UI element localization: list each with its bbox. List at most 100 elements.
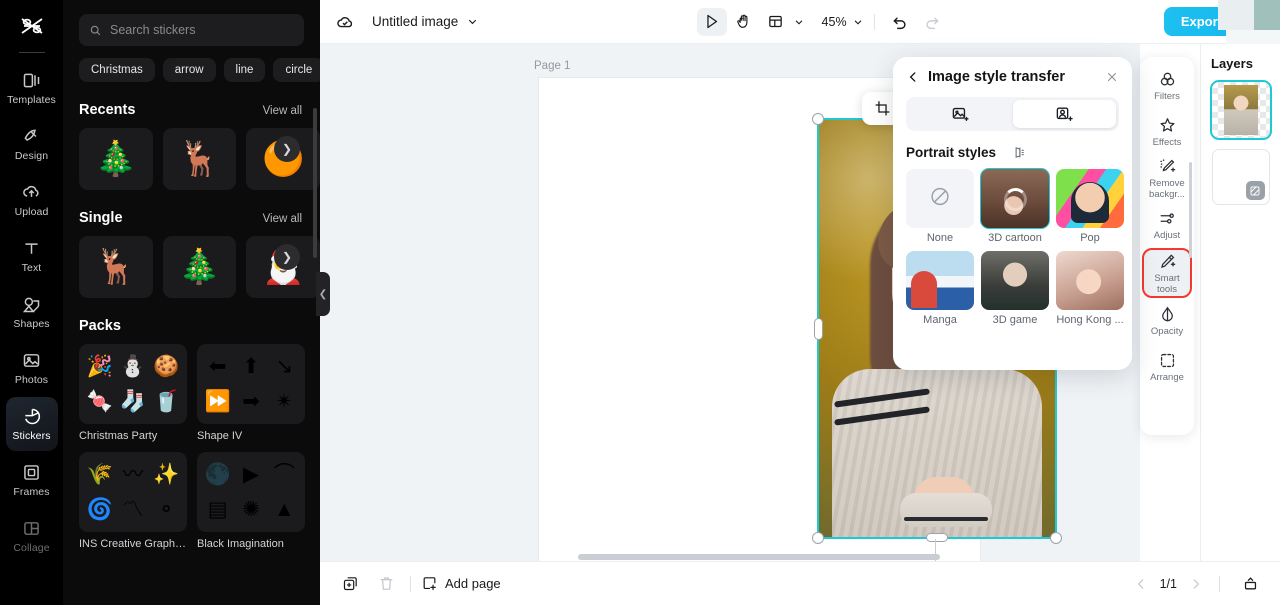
sticker-row-recents: 🎄 🦌 🟠 ❯ (63, 118, 320, 190)
packs-grid: 🎉 ⛄ 🍪 🍬 🧦 🥤 Christmas Party ⬅ ⬆ ↘ ⏩ ➡ ✴ (63, 334, 320, 550)
style-option-3d-game[interactable]: 3D game (981, 251, 1049, 326)
view-all-recents[interactable]: View all (263, 105, 302, 117)
zoom-level[interactable]: 45% (819, 15, 850, 29)
sticker-row-single: 🦌 🎄 🎅 ❯ (63, 226, 320, 298)
pack-item[interactable]: 🎉 ⛄ 🍪 🍬 🧦 🥤 Christmas Party (79, 344, 187, 442)
style-label: Hong Kong ... (1056, 314, 1124, 326)
document-title[interactable]: Untitled image (372, 14, 458, 29)
tool-filters[interactable]: Filters (1144, 65, 1190, 107)
tag-chip-circle[interactable]: circle (273, 58, 320, 82)
sticker-item[interactable]: 🦌 (162, 128, 237, 190)
tab-portrait-style[interactable] (1012, 100, 1116, 128)
tag-chip-arrow[interactable]: arrow (162, 58, 216, 82)
layer-item-background[interactable] (1211, 149, 1270, 205)
pack-name: Black Imagination (197, 538, 284, 550)
compare-icon[interactable] (1013, 145, 1120, 160)
sticker-glyph: 🦌 (178, 140, 221, 178)
search-placeholder: Search stickers (110, 23, 196, 37)
pack-glyph: ✨ (153, 463, 180, 486)
loading-spinner (1004, 187, 1027, 211)
pack-name: INS Creative Graphics (79, 538, 187, 550)
bottom-toolbar: Add page 1/1 (320, 561, 1280, 605)
scroll-right-button[interactable]: ❯ (274, 244, 300, 270)
tab-image-to-image[interactable] (909, 100, 1013, 128)
chevron-down-icon[interactable] (466, 15, 479, 28)
style-option-none[interactable]: None (906, 169, 974, 244)
search-icon (90, 25, 101, 35)
style-option-hong-kong[interactable]: Hong Kong ... (1056, 251, 1124, 326)
collapse-panel-handle[interactable]: ❮ (316, 272, 330, 316)
sticker-item[interactable]: 🦌 (79, 236, 153, 298)
pack-glyph: ▲ (273, 498, 295, 521)
tool-effects[interactable]: Effects (1144, 111, 1190, 153)
layout-tool-button[interactable] (761, 8, 791, 36)
resize-handle-bottom-center[interactable] (926, 533, 948, 542)
sidebar-item-photos[interactable]: Photos (6, 341, 58, 395)
pack-glyph: 🌾 (86, 463, 113, 486)
hand-tool-button[interactable] (729, 8, 759, 36)
delete-page-button[interactable] (372, 570, 400, 598)
window-corner-decoration (1218, 0, 1280, 44)
tag-chip-christmas[interactable]: Christmas (79, 58, 155, 82)
tool-smart-tools[interactable]: Smart tools (1142, 248, 1192, 298)
sidebar-item-label: Stickers (12, 430, 51, 442)
style-preview-image (981, 251, 1049, 310)
resize-handle-top-left[interactable] (812, 113, 824, 125)
previous-page-button[interactable] (1134, 577, 1148, 591)
section-title: Recents (79, 102, 136, 118)
capcut-logo[interactable] (12, 10, 52, 44)
resize-handle-bottom-left[interactable] (812, 532, 824, 544)
sidebar-item-upload[interactable]: Upload (6, 173, 58, 227)
panel-scrollbar[interactable] (313, 108, 317, 258)
resize-handle-middle-left[interactable] (814, 317, 823, 340)
sidebar-item-frames[interactable]: Frames (6, 453, 58, 507)
tool-arrange[interactable]: Arrange (1144, 346, 1190, 388)
expand-pages-button[interactable] (1236, 570, 1264, 598)
cloud-saved-icon[interactable] (328, 12, 362, 32)
tool-opacity[interactable]: Opacity (1144, 300, 1190, 342)
canvas-horizontal-scrollbar[interactable] (578, 554, 940, 560)
sidebar-item-shapes[interactable]: Shapes (6, 285, 58, 339)
crop-button[interactable] (874, 100, 891, 117)
sidebar-item-text[interactable]: Text (6, 229, 58, 283)
sidebar-item-collage[interactable]: Collage (6, 509, 58, 563)
sidebar-item-design[interactable]: Design (6, 117, 58, 171)
panel-header: Image style transfer (906, 69, 1119, 85)
stickers-panel: Search stickers Christmas arrow line cir… (63, 0, 320, 605)
redo-button[interactable] (917, 8, 947, 36)
sticker-item[interactable]: 🎄 (79, 128, 153, 190)
chevron-down-icon[interactable] (793, 16, 805, 28)
next-page-button[interactable] (1189, 577, 1203, 591)
style-option-pop[interactable]: Pop (1056, 169, 1124, 244)
pack-glyph: ⬆ (242, 355, 260, 378)
search-input[interactable]: Search stickers (79, 14, 304, 46)
tool-label: Arrange (1150, 372, 1184, 383)
scroll-right-button[interactable]: ❯ (274, 136, 300, 162)
style-option-3d-cartoon[interactable]: 3D cartoon (980, 168, 1050, 244)
tools-scrollbar[interactable] (1189, 162, 1192, 258)
chevron-down-icon[interactable] (852, 16, 864, 28)
pack-item[interactable]: ⬅ ⬆ ↘ ⏩ ➡ ✴ Shape IV (197, 344, 305, 442)
pack-item[interactable]: 🌑 ▶ ⌒ ▤ ✺ ▲ Black Imagination (197, 452, 305, 550)
style-label: 3D game (992, 314, 1038, 326)
tool-remove-background[interactable]: Remove backgr... (1144, 157, 1190, 200)
duplicate-page-button[interactable] (336, 570, 364, 598)
layer-item-portrait[interactable] (1209, 80, 1272, 140)
style-option-manga[interactable]: Manga (906, 251, 974, 326)
sticker-item[interactable]: 🎄 (162, 236, 237, 298)
pack-glyph: ➡ (242, 390, 260, 413)
pack-item[interactable]: 🌾 〰 ✨ 🌀 〽 ⚬ INS Creative Graphics (79, 452, 187, 550)
tag-chip-line[interactable]: line (223, 58, 266, 82)
sticker-glyph: 🎄 (94, 140, 137, 178)
tool-adjust[interactable]: Adjust (1144, 204, 1190, 246)
chevron-left-icon[interactable] (906, 70, 920, 84)
sidebar-item-templates[interactable]: Templates (6, 61, 58, 115)
select-tool-button[interactable] (696, 7, 727, 36)
style-label: 3D cartoon (988, 232, 1042, 244)
view-all-single[interactable]: View all (263, 213, 302, 225)
undo-button[interactable] (885, 8, 915, 36)
add-page-button[interactable]: Add page (421, 575, 501, 592)
sidebar-item-stickers[interactable]: Stickers (5, 397, 58, 451)
close-icon[interactable] (1105, 70, 1119, 84)
resize-handle-bottom-right[interactable] (1050, 532, 1062, 544)
